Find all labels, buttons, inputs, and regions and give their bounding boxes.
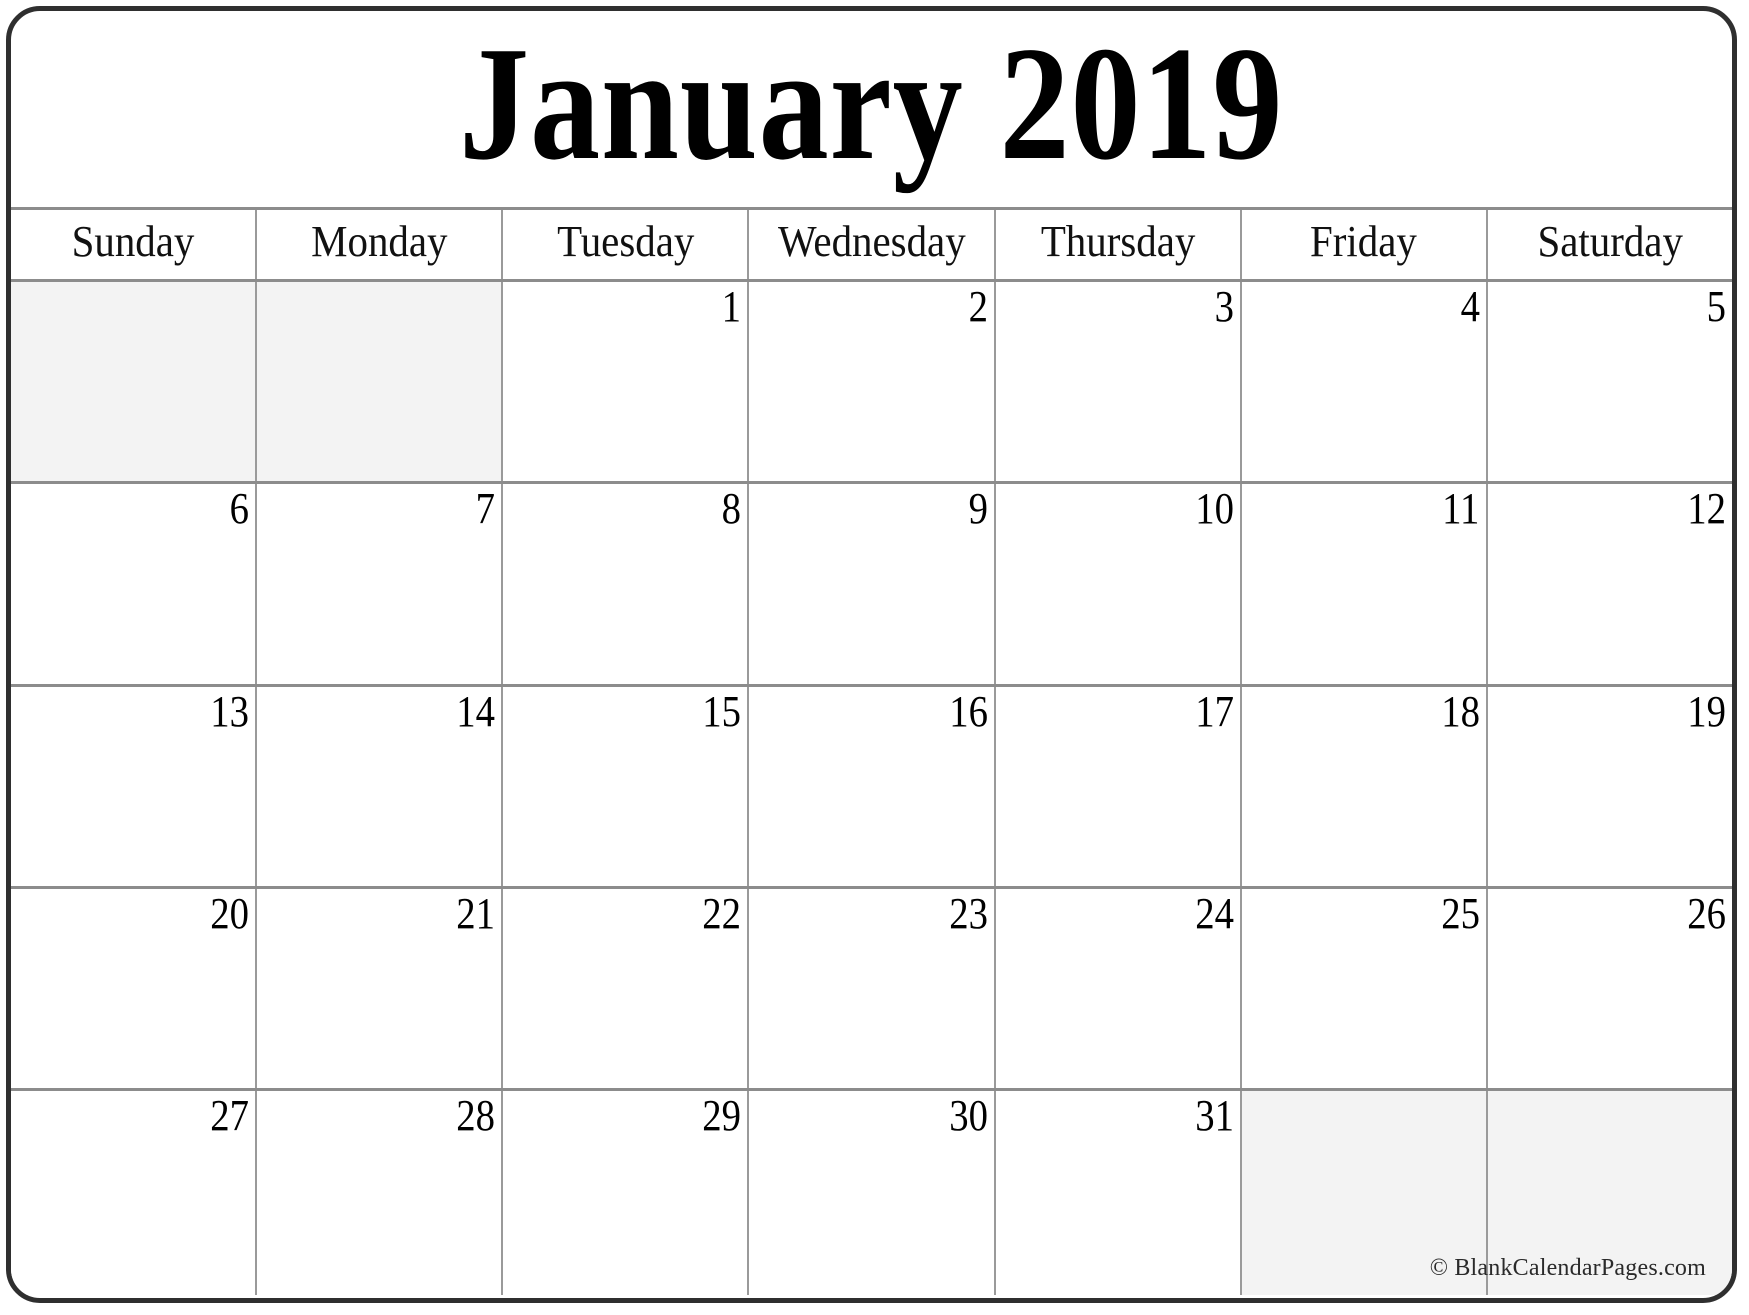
day-number: 8 [722, 484, 742, 534]
day-cell[interactable]: 6 [11, 484, 258, 684]
day-number: 20 [210, 888, 250, 938]
day-number: 19 [1687, 686, 1726, 736]
day-cell[interactable] [11, 281, 258, 482]
day-number: 9 [968, 484, 988, 534]
day-number: 15 [702, 686, 742, 736]
weekday-header-friday: Friday [1242, 210, 1488, 279]
day-number: 21 [456, 888, 496, 938]
calendar-grid: Sunday Monday Tuesday Wednesday Thursday… [11, 207, 1732, 1295]
day-number: 2 [968, 281, 988, 331]
day-number: 6 [229, 484, 250, 534]
calendar-week-row: 20 21 22 23 24 25 26 [11, 888, 1732, 1092]
weekday-header-thursday: Thursday [996, 210, 1242, 279]
weekday-header-wednesday: Wednesday [749, 210, 996, 279]
day-cell[interactable]: 21 [257, 888, 504, 1089]
weekday-header-label: Wednesday [777, 217, 966, 267]
day-number: 28 [456, 1091, 496, 1141]
day-number: 10 [1194, 484, 1234, 534]
day-number: 25 [1441, 888, 1480, 938]
weekday-header-tuesday: Tuesday [503, 210, 750, 279]
day-cell[interactable]: 19 [1487, 686, 1732, 886]
day-cell[interactable]: 12 [1487, 484, 1732, 684]
day-number: 3 [1214, 281, 1234, 331]
weekday-header-label: Tuesday [556, 217, 694, 267]
day-cell[interactable]: 2 [749, 281, 996, 482]
day-cell[interactable]: 31 [995, 1091, 1242, 1295]
day-number: 14 [456, 686, 496, 736]
day-cell[interactable]: 8 [503, 484, 750, 684]
day-cell[interactable]: 14 [257, 686, 504, 886]
day-number: 18 [1441, 686, 1480, 736]
weekday-header-monday: Monday [257, 210, 504, 279]
calendar-week-row: 13 14 15 16 17 18 19 [11, 686, 1732, 889]
day-number: 17 [1194, 686, 1234, 736]
day-cell[interactable]: 3 [995, 281, 1242, 482]
day-cell[interactable]: 18 [1241, 686, 1488, 886]
calendar-week-row: 6 7 8 9 10 11 12 [11, 484, 1732, 687]
day-number: 31 [1194, 1091, 1234, 1141]
day-number: 29 [702, 1091, 742, 1141]
weekday-header-label: Monday [311, 217, 448, 267]
day-cell[interactable] [257, 281, 504, 482]
calendar-title-bar: January 2019 [11, 11, 1732, 207]
day-number: 16 [948, 686, 988, 736]
weekday-header-saturday: Saturday [1488, 210, 1732, 279]
day-cell[interactable]: 13 [11, 686, 258, 886]
weekday-header-sunday: Sunday [11, 210, 258, 279]
day-number: 13 [210, 686, 250, 736]
page-title: January 2019 [459, 13, 1284, 194]
day-number: 12 [1687, 484, 1726, 534]
day-cell[interactable]: 4 [1241, 281, 1488, 482]
day-cell[interactable]: 25 [1241, 888, 1488, 1089]
day-cell[interactable]: 30 [749, 1091, 996, 1295]
day-number: 27 [210, 1091, 250, 1141]
day-cell[interactable]: 20 [11, 888, 258, 1089]
weekday-header-label: Saturday [1537, 217, 1683, 267]
day-cell[interactable]: 23 [749, 888, 996, 1089]
day-cell[interactable]: 7 [257, 484, 504, 684]
calendar-frame: January 2019 Sunday Monday Tuesday Wedne… [6, 6, 1737, 1303]
weekday-header-label: Thursday [1040, 217, 1195, 267]
day-cell[interactable]: 24 [995, 888, 1242, 1089]
day-cell[interactable]: 5 [1487, 281, 1732, 482]
weekday-header-row: Sunday Monday Tuesday Wednesday Thursday… [11, 210, 1732, 282]
day-number: 1 [722, 281, 742, 331]
weekday-header-label: Sunday [71, 217, 195, 267]
day-cell[interactable]: 11 [1241, 484, 1488, 684]
day-number: 30 [948, 1091, 988, 1141]
day-number: 22 [702, 888, 742, 938]
day-cell[interactable]: 16 [749, 686, 996, 886]
day-cell[interactable]: 1 [503, 281, 750, 482]
day-cell[interactable]: 15 [503, 686, 750, 886]
day-number: 5 [1706, 281, 1726, 331]
copyright-credit: © BlankCalendarPages.com [1429, 1255, 1706, 1281]
day-number: 24 [1194, 888, 1234, 938]
day-cell[interactable]: 28 [257, 1091, 504, 1295]
day-cell[interactable]: 9 [749, 484, 996, 684]
weekday-header-label: Friday [1310, 217, 1418, 267]
calendar-week-row: 1 2 3 4 5 [11, 281, 1732, 485]
day-number: 11 [1442, 484, 1480, 534]
day-cell[interactable]: 29 [503, 1091, 750, 1295]
day-cell[interactable]: 10 [995, 484, 1242, 684]
day-cell[interactable]: 26 [1487, 888, 1732, 1089]
day-number: 7 [475, 484, 496, 534]
day-cell[interactable]: 17 [995, 686, 1242, 886]
day-number: 4 [1460, 281, 1480, 331]
day-number: 26 [1687, 888, 1726, 938]
day-number: 23 [948, 888, 988, 938]
day-cell[interactable]: 27 [11, 1091, 258, 1295]
day-cell[interactable]: 22 [503, 888, 750, 1089]
